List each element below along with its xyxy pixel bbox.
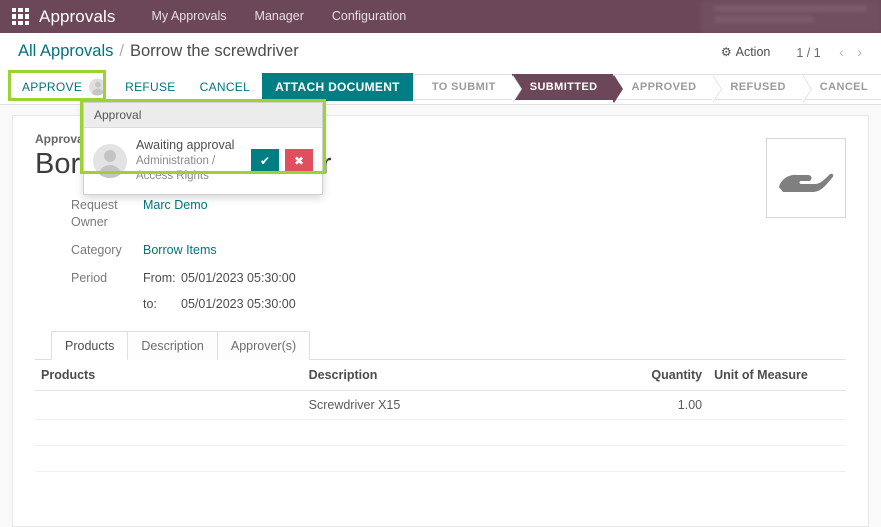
cell-products bbox=[35, 419, 303, 447]
field-label-period: Period bbox=[71, 271, 108, 286]
breadcrumb: All Approvals / Borrow the screwdriver bbox=[18, 42, 299, 61]
gear-icon: ⚙ bbox=[720, 44, 732, 59]
field-period: Period From: 05/01/2023 05:30:00 to: 05/… bbox=[35, 270, 846, 313]
cancel-button[interactable]: CANCEL bbox=[188, 73, 262, 101]
field-label-request-owner: Request Owner bbox=[71, 198, 118, 230]
column-header-quantity[interactable]: Quantity bbox=[594, 360, 709, 392]
cell-unit-of-measure bbox=[708, 419, 846, 447]
control-panel: All Approvals / Borrow the screwdriver ⚙… bbox=[0, 33, 881, 105]
pager-nav: ‹ › bbox=[834, 44, 867, 60]
attach-document-button[interactable]: ATTACH DOCUMENT bbox=[262, 72, 413, 101]
check-icon[interactable]: ✔ bbox=[251, 148, 279, 173]
period-to-value[interactable]: 05/01/2023 05:30:00 bbox=[181, 296, 296, 313]
approval-status-text: Awaiting approval bbox=[136, 138, 235, 152]
products-table: Products Description Quantity Unit of Me… bbox=[35, 360, 846, 473]
cell-unit-of-measure bbox=[708, 445, 846, 473]
nav-item-manager[interactable]: Manager bbox=[241, 0, 318, 33]
statusbar-item-cancel[interactable]: CANCEL bbox=[801, 73, 881, 100]
cell-products bbox=[35, 390, 303, 421]
statusbar: TO SUBMIT SUBMITTED APPROVED REFUSED CAN… bbox=[412, 73, 881, 103]
column-header-unit-of-measure[interactable]: Unit of Measure bbox=[708, 360, 846, 392]
field-label-category: Category bbox=[71, 243, 122, 258]
statusbar-item-to-submit[interactable]: TO SUBMIT bbox=[412, 73, 522, 103]
approval-popover-actions: ✔ ✖ bbox=[251, 148, 313, 173]
breadcrumb-current: Borrow the screwdriver bbox=[129, 42, 299, 60]
cross-icon[interactable]: ✖ bbox=[285, 148, 313, 173]
tab-description[interactable]: Description bbox=[128, 331, 218, 361]
cell-description: Screwdriver X15 bbox=[302, 390, 595, 421]
form-action-buttons: APPROVE REFUSE CANCEL ATTACH DOCUMENT bbox=[10, 72, 413, 101]
approval-popover: Approval Awaiting approval Administratio… bbox=[83, 102, 323, 195]
navbar-user-menu-area[interactable] bbox=[701, 0, 881, 33]
period-from-value[interactable]: 05/01/2023 05:30:00 bbox=[181, 270, 296, 287]
table-row[interactable]: Screwdriver X15 1.00 bbox=[35, 390, 846, 421]
field-value-request-owner[interactable]: Marc Demo bbox=[143, 197, 208, 231]
nav-item-my-approvals[interactable]: My Approvals bbox=[138, 0, 241, 33]
table-header-row: Products Description Quantity Unit of Me… bbox=[35, 360, 846, 392]
period-from-key: From: bbox=[143, 271, 176, 286]
statusbar-item-submitted[interactable]: SUBMITTED bbox=[511, 73, 624, 103]
pager-value: 1 / 1 bbox=[796, 45, 821, 60]
category-image bbox=[766, 138, 846, 218]
breadcrumb-separator: / bbox=[119, 42, 124, 60]
breadcrumb-root-link[interactable]: All Approvals bbox=[18, 42, 113, 61]
pager: 1 / 1 ‹ › bbox=[796, 44, 867, 60]
notebook-tabs: Products Description Approver(s) bbox=[35, 331, 846, 361]
apps-grid-icon[interactable] bbox=[12, 8, 29, 25]
top-navbar: Approvals My Approvals Manager Configura… bbox=[0, 0, 881, 33]
tab-products[interactable]: Products bbox=[51, 331, 129, 361]
period-from-line: From: 05/01/2023 05:30:00 bbox=[143, 270, 296, 287]
cell-quantity: 1.00 bbox=[594, 390, 709, 421]
period-to-key: to: bbox=[143, 297, 157, 312]
user-avatar-icon bbox=[93, 143, 127, 178]
statusbar-item-refused[interactable]: REFUSED bbox=[712, 73, 813, 103]
statusbar-item-approved[interactable]: APPROVED bbox=[613, 73, 723, 103]
table-row[interactable] bbox=[35, 445, 846, 473]
column-header-description[interactable]: Description bbox=[302, 360, 595, 392]
refuse-button[interactable]: REFUSE bbox=[113, 73, 187, 101]
chevron-left-icon[interactable]: ‹ bbox=[834, 44, 849, 60]
period-to-line: to: 05/01/2023 05:30:00 bbox=[143, 296, 296, 313]
approver-avatar-icon bbox=[89, 78, 107, 95]
approval-popover-header: Approval bbox=[84, 103, 322, 128]
app-brand-approvals[interactable]: Approvals bbox=[39, 7, 116, 27]
nav-item-configuration[interactable]: Configuration bbox=[318, 0, 420, 33]
field-value-period: From: 05/01/2023 05:30:00 to: 05/01/2023… bbox=[143, 270, 296, 313]
table-row[interactable] bbox=[35, 419, 846, 447]
approve-button[interactable]: APPROVE bbox=[10, 73, 113, 101]
tab-approvers[interactable]: Approver(s) bbox=[217, 331, 311, 361]
cell-unit-of-measure bbox=[708, 390, 846, 421]
borrow-hand-icon bbox=[779, 173, 834, 192]
column-header-products[interactable]: Products bbox=[35, 360, 303, 392]
field-value-category[interactable]: Borrow Items bbox=[143, 242, 217, 259]
approve-button-label: APPROVE bbox=[22, 79, 83, 94]
approval-group-text: Administration / Access Rights bbox=[136, 154, 216, 183]
cell-quantity bbox=[594, 419, 709, 447]
cell-products bbox=[35, 445, 303, 473]
cell-description bbox=[302, 419, 595, 447]
chevron-right-icon[interactable]: › bbox=[852, 44, 867, 60]
action-menu-label: Action bbox=[735, 44, 771, 59]
cell-description bbox=[302, 445, 595, 473]
cell-quantity bbox=[594, 445, 709, 473]
field-request-owner: Request Owner Marc Demo bbox=[35, 197, 846, 231]
action-menu-button[interactable]: ⚙ Action bbox=[721, 45, 771, 59]
field-category: Category Borrow Items bbox=[35, 242, 846, 259]
